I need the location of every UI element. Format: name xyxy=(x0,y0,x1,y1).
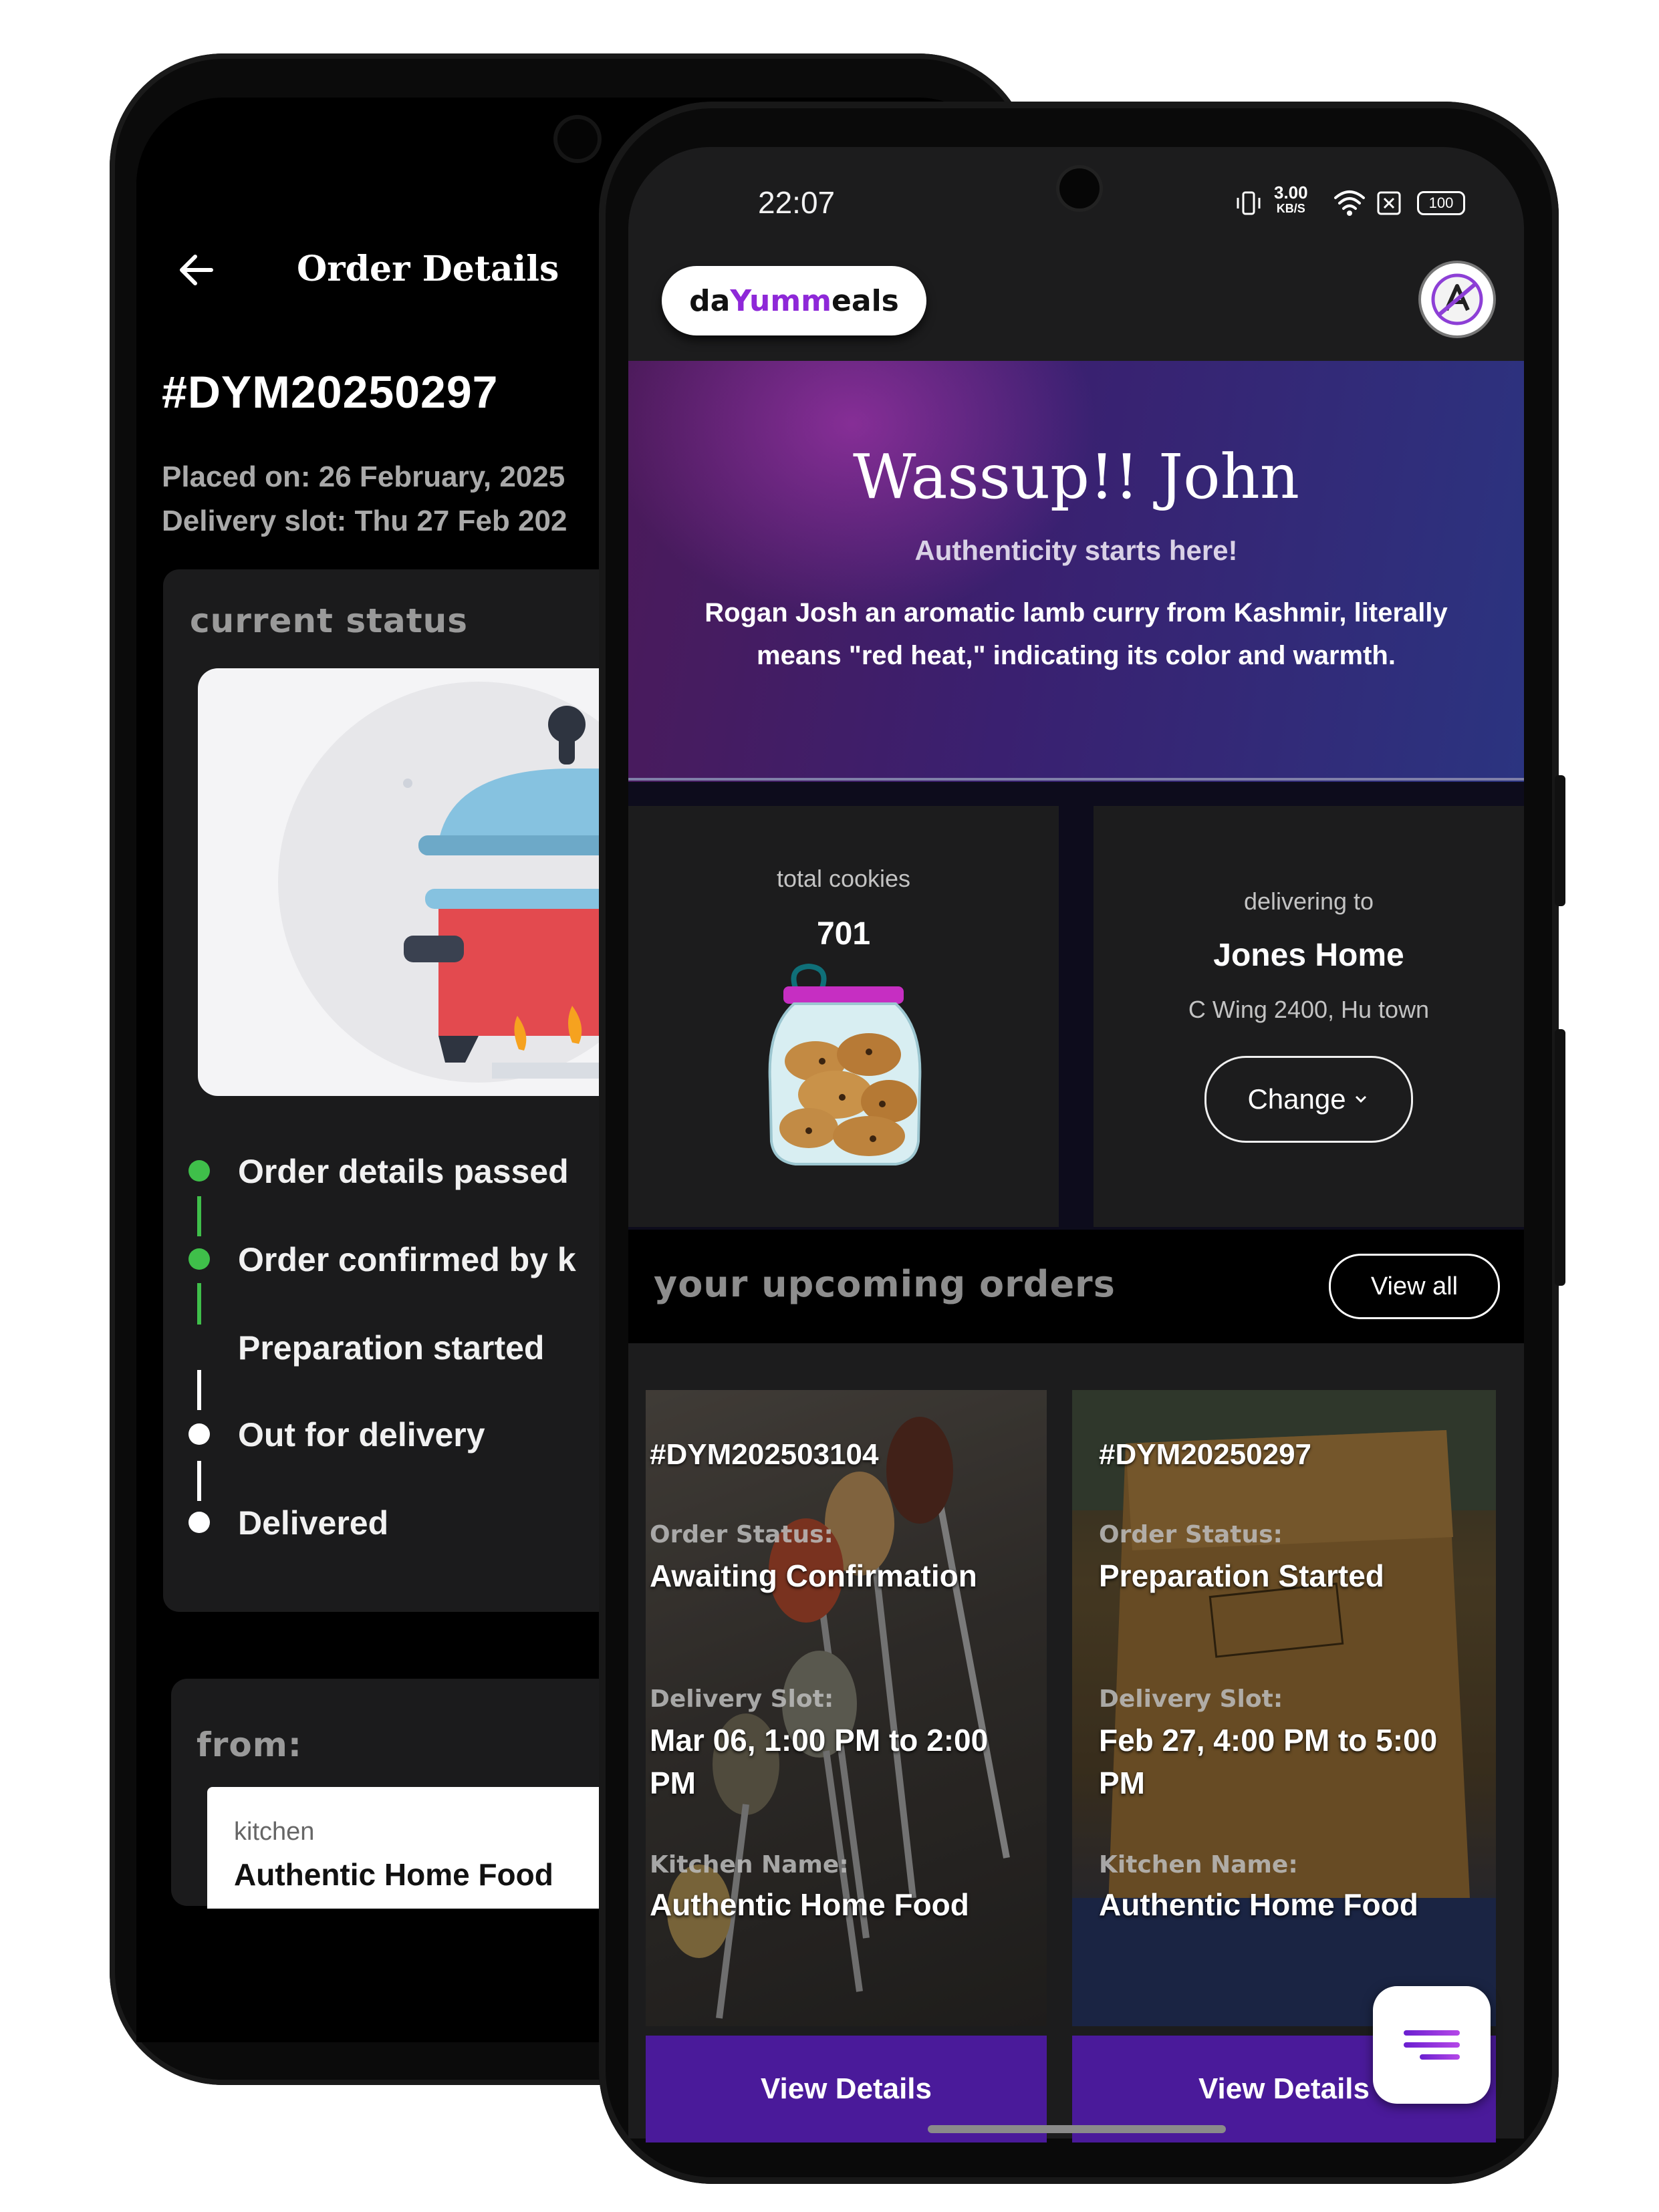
change-address-button[interactable]: Change xyxy=(1204,1056,1413,1143)
delivery-slot-label: Delivery Slot: xyxy=(1099,1685,1283,1713)
delivering-to-label: delivering to xyxy=(1243,887,1374,915)
step-pending-dot-icon xyxy=(188,1512,210,1533)
step-label: Delivered xyxy=(238,1504,389,1542)
chevron-down-icon xyxy=(1355,1095,1366,1103)
hero-description-line: Rogan Josh an aromatic lamb curry from K… xyxy=(705,598,1448,628)
order-status-label: Order Status: xyxy=(1099,1521,1283,1548)
volume-button xyxy=(1555,775,1565,906)
kitchen-name-value: Authentic Home Food xyxy=(650,1887,969,1922)
kitchen-name-label: Kitchen Name: xyxy=(650,1851,849,1879)
step-label: Out for delivery xyxy=(238,1416,485,1454)
from-heading: from: xyxy=(197,1725,302,1764)
hero-divider xyxy=(628,778,1524,781)
battery-icon: 100 xyxy=(1417,191,1465,215)
view-all-button[interactable]: View all xyxy=(1329,1254,1500,1319)
placed-on-text: Placed on: 26 February, 2025 xyxy=(162,460,565,493)
profile-avatar[interactable] xyxy=(1421,263,1493,335)
menu-icon-bar xyxy=(1404,2042,1460,2048)
front-camera-icon xyxy=(1059,168,1100,209)
step-label: Preparation started xyxy=(238,1329,545,1367)
step-done-dot-icon xyxy=(188,1248,210,1270)
no-sim-icon xyxy=(1376,190,1402,217)
order-status-value: Preparation Started xyxy=(1099,1558,1384,1593)
order-id: #DYM20250297 xyxy=(162,367,499,418)
delivery-slot-value: Feb 27, 4:00 PM to 5:00 xyxy=(1099,1723,1438,1758)
status-heading: current status xyxy=(190,601,469,640)
order-card-id: #DYM20250310​4 xyxy=(650,1438,879,1471)
logo-part: eals xyxy=(832,283,899,318)
order-status-value: Awaiting Confirmation xyxy=(650,1558,977,1593)
kitchen-box[interactable] xyxy=(207,1787,648,1921)
kitchen-name-value: Authentic Home Food xyxy=(1099,1887,1418,1922)
delivery-name: Jones Home xyxy=(1213,938,1404,973)
step-label: Order confirmed by k xyxy=(238,1241,576,1278)
cookie-jar-icon xyxy=(755,961,929,1175)
kitchen-label: kitchen xyxy=(234,1818,315,1846)
step-connector xyxy=(197,1370,201,1410)
delivery-slot-value: Mar 06, 1:00 PM to 2:00 xyxy=(650,1723,989,1758)
logo-part: da xyxy=(689,283,731,318)
logo-part-highlight: Yumm xyxy=(730,283,832,318)
delivery-slot-text: Delivery slot: Thu 27 Feb 202 xyxy=(162,505,567,537)
page-title: Order Details xyxy=(297,249,559,289)
order-card-id: #DYM20250297 xyxy=(1099,1438,1312,1471)
kitchen-name: Authentic Home Food xyxy=(234,1857,553,1892)
vibrate-icon xyxy=(1234,188,1263,218)
kitchen-name-label: Kitchen Name: xyxy=(1099,1851,1298,1879)
user-avatar-icon xyxy=(1431,273,1483,325)
delivery-slot-label: Delivery Slot: xyxy=(650,1685,834,1713)
menu-icon-bar xyxy=(1404,2030,1460,2036)
back-screen-bottom xyxy=(136,1909,644,2042)
back-arrow-icon[interactable] xyxy=(175,249,218,291)
cooking-pot-illustration xyxy=(198,668,639,1096)
power-button xyxy=(1555,1029,1565,1286)
menu-fab-button[interactable] xyxy=(1373,1986,1491,2104)
cookies-count: 701 xyxy=(816,916,871,952)
app-logo[interactable]: da Yumm eals xyxy=(662,266,926,335)
step-connector xyxy=(197,1283,201,1325)
step-connector xyxy=(197,1196,201,1236)
step-connector xyxy=(197,1461,201,1501)
step-pending-dot-icon xyxy=(188,1423,210,1445)
network-speed: 3.00 KB/S xyxy=(1274,184,1308,217)
menu-icon-bar xyxy=(1420,2054,1460,2060)
home-indicator[interactable] xyxy=(928,2125,1226,2133)
order-status-label: Order Status: xyxy=(650,1521,834,1548)
front-camera-icon xyxy=(557,119,598,159)
hero-description-line: means "red heat," indicating its color a… xyxy=(757,641,1396,670)
hero-subtitle: Authenticity starts here! xyxy=(914,535,1238,566)
step-label: Order details passed xyxy=(238,1153,569,1190)
speed-value: 3.00 xyxy=(1274,182,1308,202)
delivery-address: C Wing 2400, Hu town xyxy=(1188,996,1430,1023)
wifi-icon xyxy=(1333,188,1366,218)
delivery-slot-value: PM xyxy=(1099,1766,1145,1800)
hero-banner xyxy=(628,361,1524,782)
change-label: Change xyxy=(1247,1083,1346,1115)
greeting-title: Wassup!! John xyxy=(853,441,1299,513)
delivery-slot-value: PM xyxy=(650,1766,696,1800)
step-done-dot-icon xyxy=(188,1160,210,1182)
status-time: 22:07 xyxy=(758,185,836,220)
speed-unit: KB/S xyxy=(1276,202,1305,215)
upcoming-title: your upcoming orders xyxy=(654,1263,1116,1305)
cookies-label: total cookies xyxy=(776,865,911,892)
